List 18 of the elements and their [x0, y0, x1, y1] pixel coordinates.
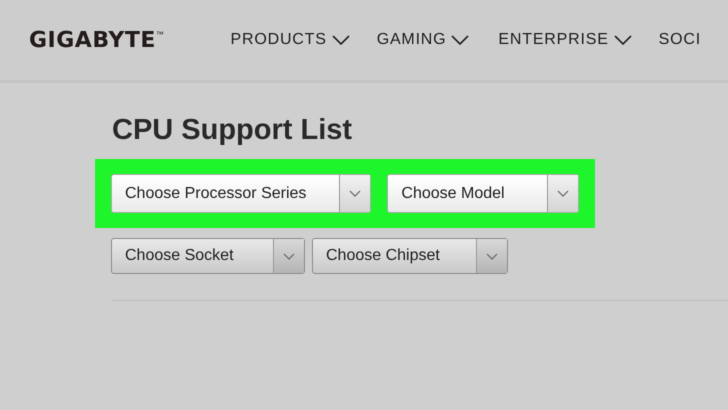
nav-menu-item[interactable]: GAMING: [376, 31, 470, 49]
nav-menu-item[interactable]: ENTERPRISE: [498, 31, 632, 49]
chevron-down-icon: [557, 190, 569, 197]
chevron-down-icon: [451, 35, 470, 45]
select-dropdown[interactable]: Choose Socket: [111, 238, 305, 274]
chevron-down-icon: [332, 35, 350, 45]
select-dropdown[interactable]: Choose Chipset: [312, 238, 508, 274]
chevron-down-icon: [349, 190, 362, 197]
chevron-down-icon: [614, 35, 632, 45]
chevron-down-icon: [283, 252, 295, 260]
select-dropdown[interactable]: Choose Model: [387, 174, 579, 213]
chevron-down-icon: [486, 252, 498, 260]
nav-menu-item[interactable]: PRODUCTS: [230, 31, 350, 49]
select-dropdown[interactable]: Choose Processor Series: [111, 174, 372, 213]
trademark: ™: [156, 30, 164, 38]
logo[interactable]: GIGABYTE: [29, 28, 156, 52]
nav-menu-item[interactable]: SOCI: [658, 31, 701, 49]
page-title: CPU Support List: [112, 114, 354, 147]
